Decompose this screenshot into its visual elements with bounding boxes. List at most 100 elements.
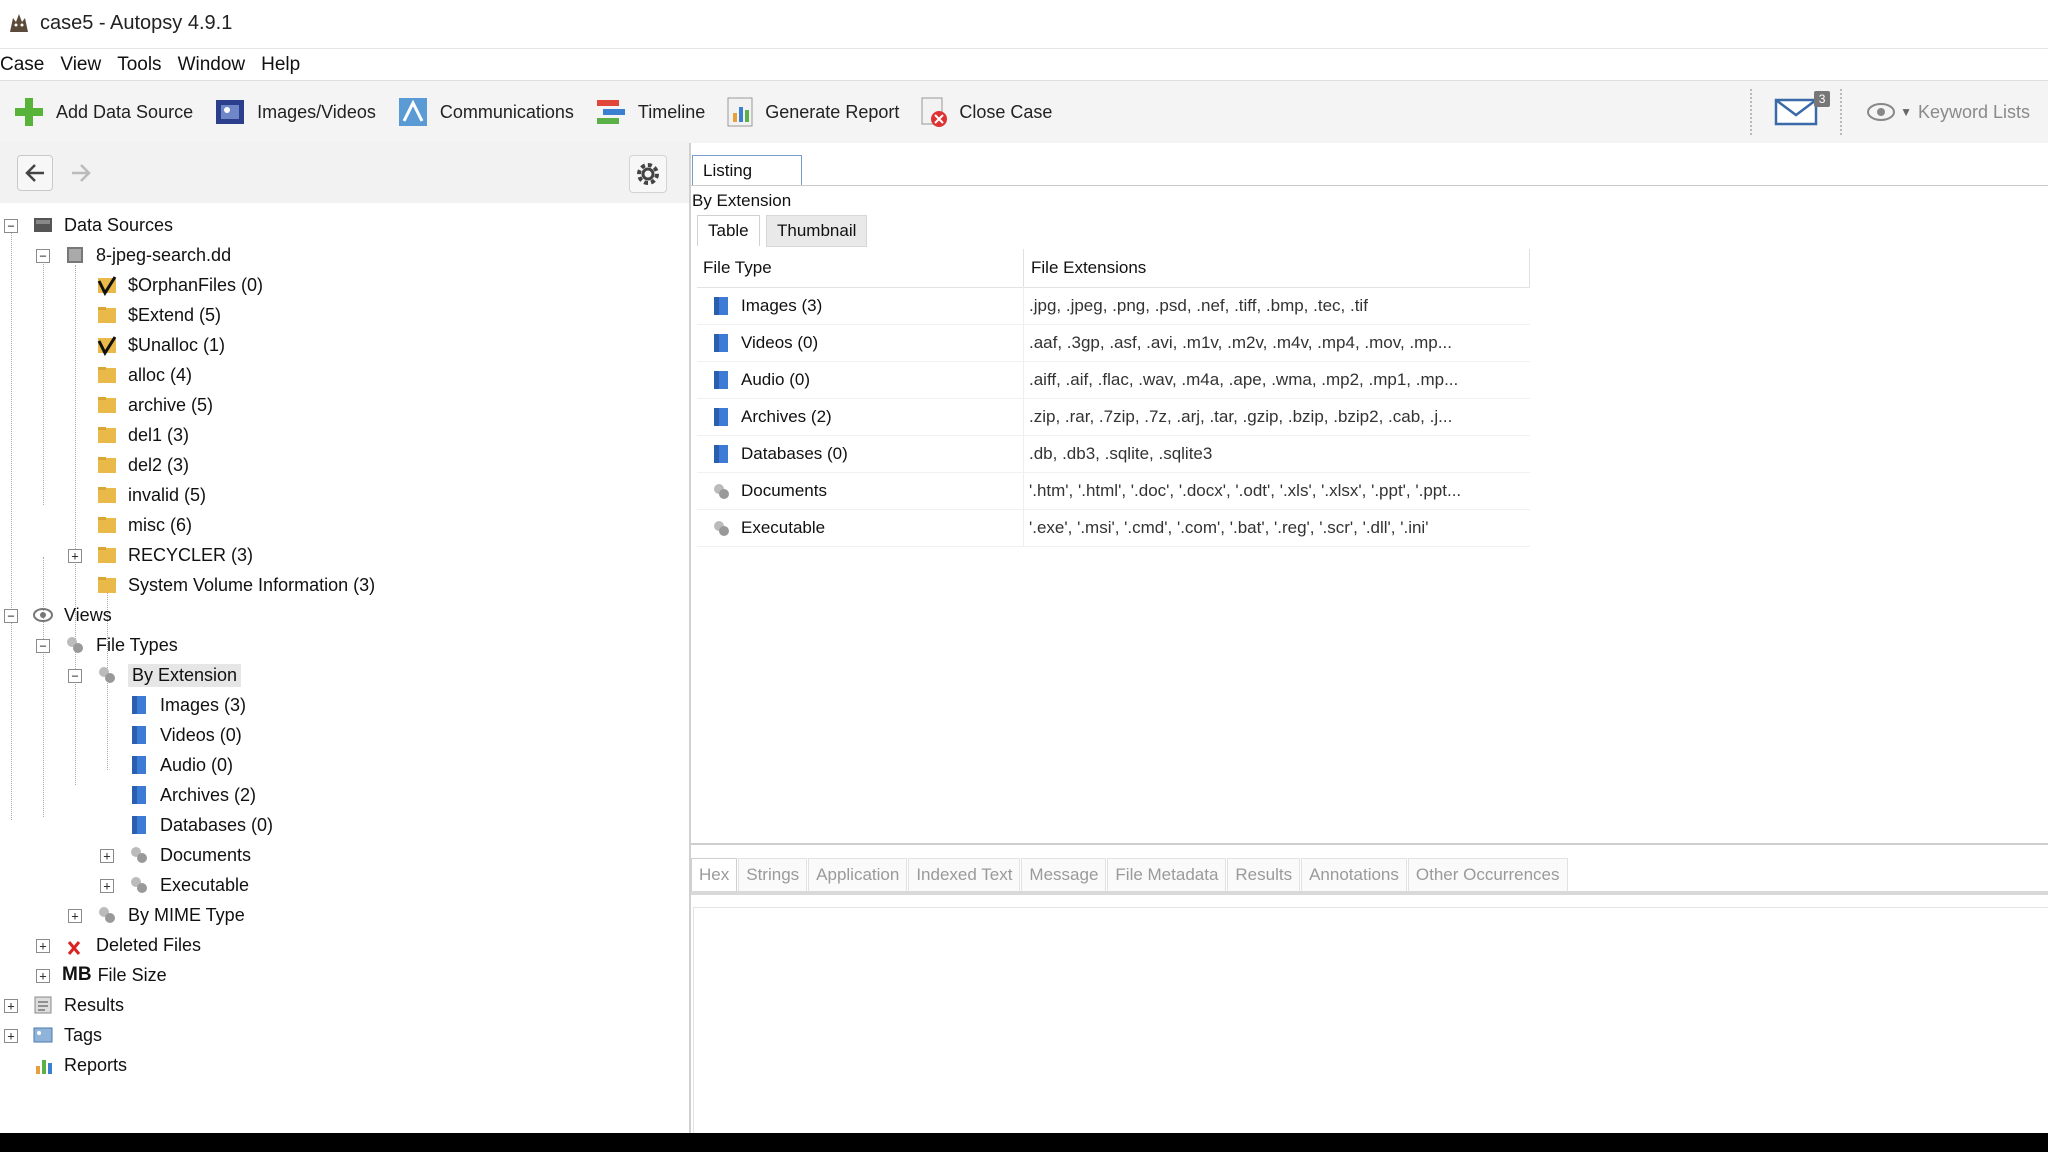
collapse-toggle[interactable]: − xyxy=(36,639,50,653)
row-file-extensions: .db, .db3, .sqlite, .sqlite3 xyxy=(1029,443,1213,463)
table-row[interactable]: Executable '.exe', '.msi', '.cmd', '.com… xyxy=(697,509,1530,546)
tree-folder-recycler[interactable]: RECYCLER (3) xyxy=(96,540,253,570)
folder-icon xyxy=(98,517,116,533)
file-blue-icon xyxy=(132,756,146,774)
tree-ext-audio[interactable]: Audio (0) xyxy=(128,750,233,780)
table-row[interactable]: Audio (0) .aiff, .aif, .flac, .wav, .m4a… xyxy=(697,361,1530,398)
tab-message[interactable]: Message xyxy=(1021,858,1107,891)
collapse-toggle[interactable]: − xyxy=(4,219,18,233)
tree-ext-documents[interactable]: Documents xyxy=(128,840,251,870)
tree-ext-videos[interactable]: Videos (0) xyxy=(128,720,242,750)
tree-folder-del1[interactable]: del1 (3) xyxy=(96,420,189,450)
tab-results[interactable]: Results xyxy=(1227,858,1301,891)
communications-button[interactable]: Communications xyxy=(388,88,582,136)
tree-reports[interactable]: Reports xyxy=(32,1050,127,1080)
tree-file-size[interactable]: MB File Size xyxy=(62,960,167,990)
tab-indexed-text[interactable]: Indexed Text xyxy=(908,858,1021,891)
generate-report-button[interactable]: Generate Report xyxy=(717,88,907,136)
expand-toggle[interactable]: + xyxy=(36,939,50,953)
menu-view[interactable]: View xyxy=(52,54,109,76)
tree-views[interactable]: Views xyxy=(32,600,112,630)
tree-folder-orphanfiles[interactable]: $OrphanFiles (0) xyxy=(96,270,263,300)
add-data-source-button[interactable]: Add Data Source xyxy=(4,88,201,136)
close-case-button[interactable]: Close Case xyxy=(911,88,1060,136)
tree-data-sources[interactable]: Data Sources xyxy=(32,210,173,240)
menu-tools[interactable]: Tools xyxy=(109,54,169,76)
expand-toggle[interactable]: + xyxy=(4,1029,18,1043)
images-videos-label: Images/Videos xyxy=(257,101,376,122)
table-row[interactable]: Videos (0) .aaf, .3gp, .asf, .avi, .m1v,… xyxy=(697,324,1530,361)
forward-button[interactable] xyxy=(63,155,99,191)
tree-by-mime-type[interactable]: By MIME Type xyxy=(96,900,245,930)
tree-folder-alloc[interactable]: alloc (4) xyxy=(96,360,192,390)
table-row[interactable]: Documents '.htm', '.html', '.doc', '.doc… xyxy=(697,472,1530,509)
table-row[interactable]: Images (3) .jpg, .jpeg, .png, .psd, .nef… xyxy=(697,287,1530,324)
tree-guide xyxy=(11,225,12,820)
tree-folder-extend[interactable]: $Extend (5) xyxy=(96,300,221,330)
tab-application[interactable]: Application xyxy=(808,858,908,891)
tab-file-metadata[interactable]: File Metadata xyxy=(1107,858,1227,891)
toolbar-separator xyxy=(1750,89,1753,135)
tree-ext-images[interactable]: Images (3) xyxy=(128,690,246,720)
close-case-label: Close Case xyxy=(959,101,1053,122)
tree-tags[interactable]: Tags xyxy=(32,1020,102,1050)
tree-folder-invalid[interactable]: invalid (5) xyxy=(96,480,206,510)
mail-icon xyxy=(1774,98,1818,126)
tab-other-occurrences[interactable]: Other Occurrences xyxy=(1407,858,1568,891)
folder-virtual-icon xyxy=(97,276,117,296)
tree-nav-bar xyxy=(0,143,689,203)
tab-table[interactable]: Table xyxy=(697,215,760,246)
tree-file-types[interactable]: File Types xyxy=(64,630,178,660)
file-blue-icon xyxy=(714,444,728,463)
menu-bar: Case View Tools Window Help xyxy=(0,48,2048,81)
tree-results[interactable]: Results xyxy=(32,990,124,1020)
column-header-file-type[interactable]: File Type xyxy=(697,249,1024,287)
tree-folder-unalloc[interactable]: $Unalloc (1) xyxy=(96,330,225,360)
collapse-toggle[interactable]: − xyxy=(4,609,18,623)
tree-ext-executable[interactable]: Executable xyxy=(128,870,249,900)
tree-deleted-files[interactable]: Deleted Files xyxy=(64,930,201,960)
tree-by-extension[interactable]: By Extension xyxy=(96,660,242,690)
expand-toggle[interactable]: + xyxy=(36,969,50,983)
tab-hex[interactable]: Hex xyxy=(691,858,738,891)
expand-toggle[interactable]: + xyxy=(68,909,82,923)
expand-toggle[interactable]: + xyxy=(100,849,114,863)
row-file-type: Audio (0) xyxy=(741,369,810,389)
expand-toggle[interactable]: + xyxy=(4,999,18,1013)
tab-listing[interactable]: Listing xyxy=(692,155,802,185)
menu-window[interactable]: Window xyxy=(170,54,254,76)
tree-folder-misc[interactable]: misc (6) xyxy=(96,510,192,540)
menu-help[interactable]: Help xyxy=(253,54,308,76)
table-row[interactable]: Databases (0) .db, .db3, .sqlite, .sqlit… xyxy=(697,435,1530,472)
keyword-lists-button[interactable]: ▼ Keyword Lists xyxy=(1856,102,2040,123)
expand-toggle[interactable]: + xyxy=(100,879,114,893)
tree-folder-del2[interactable]: del2 (3) xyxy=(96,450,189,480)
tree-folder-system-volume-information[interactable]: System Volume Information (3) xyxy=(96,570,375,600)
disk-image-icon xyxy=(67,247,83,263)
column-header-file-extensions[interactable]: File Extensions xyxy=(1025,249,1530,287)
tree-ext-databases[interactable]: Databases (0) xyxy=(128,810,273,840)
content-viewer-area[interactable] xyxy=(693,907,2048,1134)
communications-icon xyxy=(398,98,427,126)
images-videos-button[interactable]: Images/Videos xyxy=(205,88,384,136)
pane-splitter[interactable] xyxy=(691,843,2048,845)
timeline-button[interactable]: Timeline xyxy=(586,88,713,136)
collapse-toggle[interactable]: − xyxy=(36,249,50,263)
messages-button[interactable]: 3 xyxy=(1766,91,1831,127)
collapse-toggle[interactable]: − xyxy=(68,669,82,683)
file-blue-icon xyxy=(132,816,146,834)
tree-ext-archives[interactable]: Archives (2) xyxy=(128,780,256,810)
tree-folder-archive[interactable]: archive (5) xyxy=(96,390,213,420)
table-row[interactable]: Archives (2) .zip, .rar, .7zip, .7z, .ar… xyxy=(697,398,1530,435)
tree-image-node[interactable]: 8-jpeg-search.dd xyxy=(64,240,231,270)
tree-settings-button[interactable] xyxy=(629,155,667,193)
tags-icon xyxy=(33,1027,53,1043)
divider xyxy=(691,185,2048,186)
expand-toggle[interactable]: + xyxy=(68,549,82,563)
tab-strings[interactable]: Strings xyxy=(738,858,808,891)
tab-thumbnail[interactable]: Thumbnail xyxy=(766,215,868,247)
back-button[interactable] xyxy=(17,155,53,191)
menu-case[interactable]: Case xyxy=(0,54,52,76)
tab-annotations[interactable]: Annotations xyxy=(1301,858,1407,891)
deleted-x-icon xyxy=(67,941,81,955)
